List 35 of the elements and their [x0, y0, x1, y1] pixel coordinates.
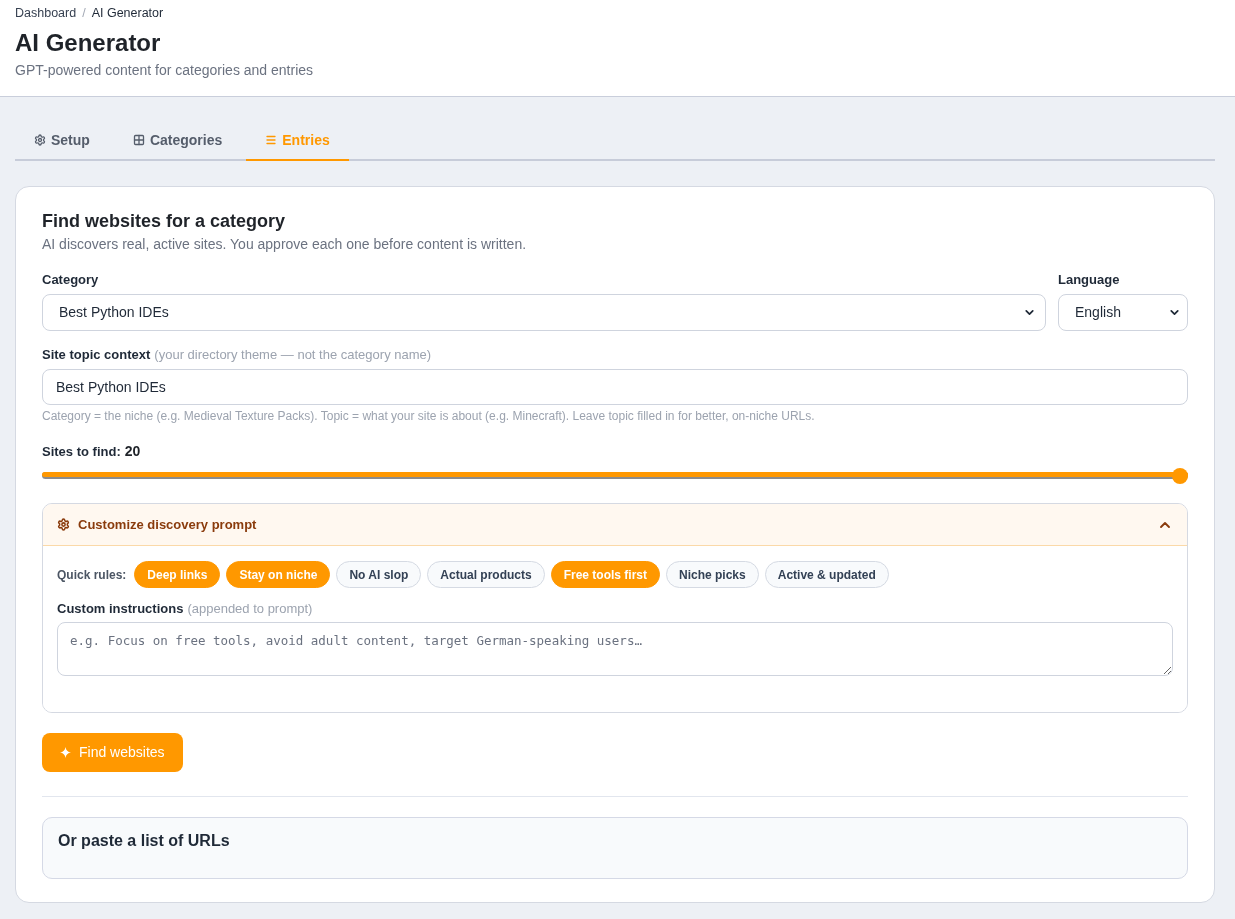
section-description: AI discovers real, active sites. You approve each one before content is written.	[42, 235, 528, 254]
rule-chip[interactable]: No AI slop	[336, 561, 422, 588]
gear-icon	[34, 134, 46, 146]
instructions-field[interactable]: e.g. Focus on free tools, avoid adult content, target German-speaking users…	[57, 622, 1173, 676]
sparkle-icon	[60, 747, 71, 758]
category-select[interactable]: Best Python IDEs	[42, 294, 1046, 331]
list-icon	[265, 134, 278, 146]
field-note: (your directory theme — not the category name)	[154, 346, 432, 364]
rule-chip[interactable]: Actual products	[427, 561, 545, 588]
tab[interactable]: Categories	[113, 121, 242, 161]
topic-input[interactable]: Best Python IDEs	[42, 369, 1188, 405]
gear-icon	[57, 518, 70, 531]
field-label: Language	[1058, 271, 1121, 289]
prompt-panel-toggle[interactable]: Customize discovery prompt	[43, 504, 1187, 546]
rule-chip[interactable]: Active & updated	[764, 561, 889, 588]
breadcrumb-separator: /	[82, 5, 86, 22]
quick-rules-label: Quick rules:	[57, 566, 127, 584]
field-note: (appended to prompt)	[187, 600, 313, 618]
tab[interactable]: Setup	[15, 121, 109, 161]
breadcrumb-current: AI Generator	[91, 5, 164, 22]
breadcrumb-link[interactable]: Dashboard	[15, 4, 77, 22]
section-title: Find websites for a category	[42, 210, 287, 233]
slider-label: Sites to find:	[42, 443, 121, 461]
page-subtitle: GPT-powered content for categories and entries	[15, 61, 315, 80]
panel-title: Or paste a list of URLs	[58, 831, 231, 851]
field-label: Category	[42, 271, 100, 289]
slider-reading: 20	[124, 442, 141, 460]
slider-thumb[interactable]	[1172, 467, 1188, 484]
rule-chip[interactable]: Niche picks	[666, 561, 759, 588]
field-hint: Category = the niche (e.g. Medieval Texture Packs). Topic = what your site is about (e.g. Minecraft). Leave topic filled in for better, on-niche URLs.	[42, 408, 816, 424]
field-label: Site topic context	[42, 346, 151, 364]
language-select[interactable]: English	[1058, 294, 1188, 331]
grid-icon	[132, 134, 145, 146]
field-label: Custom instructions	[57, 600, 184, 618]
page-title: AI Generator	[15, 28, 162, 58]
